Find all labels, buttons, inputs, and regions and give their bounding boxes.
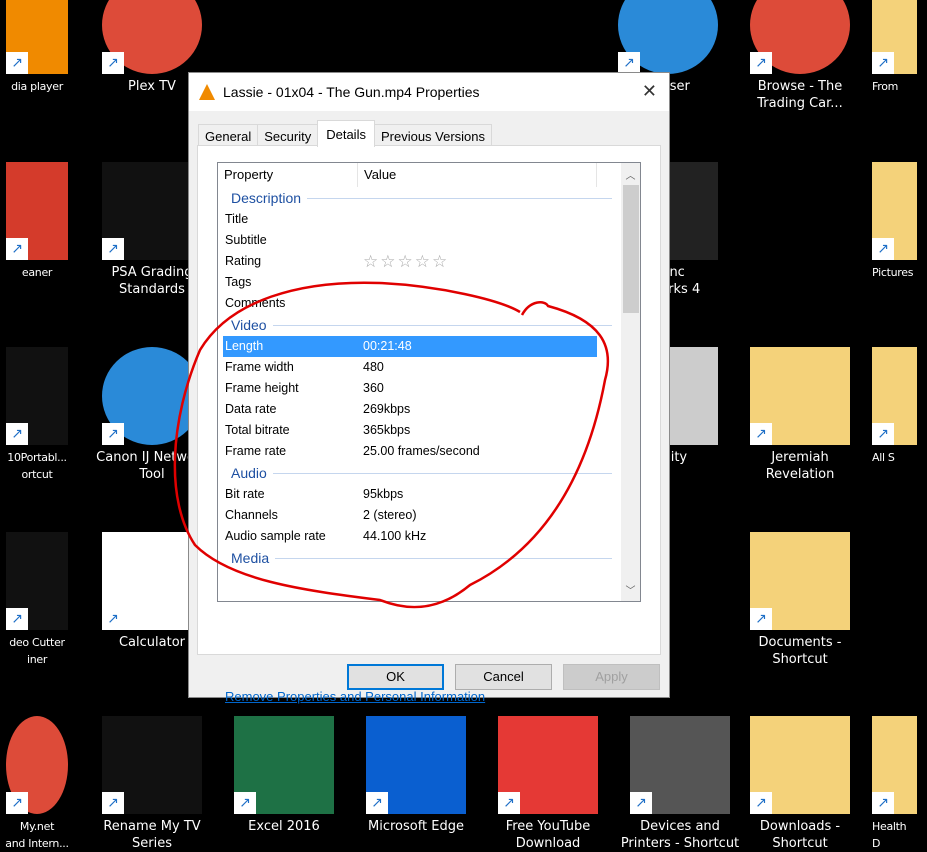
red-annotation-circle: [173, 281, 610, 609]
tab-details[interactable]: Details: [317, 120, 375, 147]
